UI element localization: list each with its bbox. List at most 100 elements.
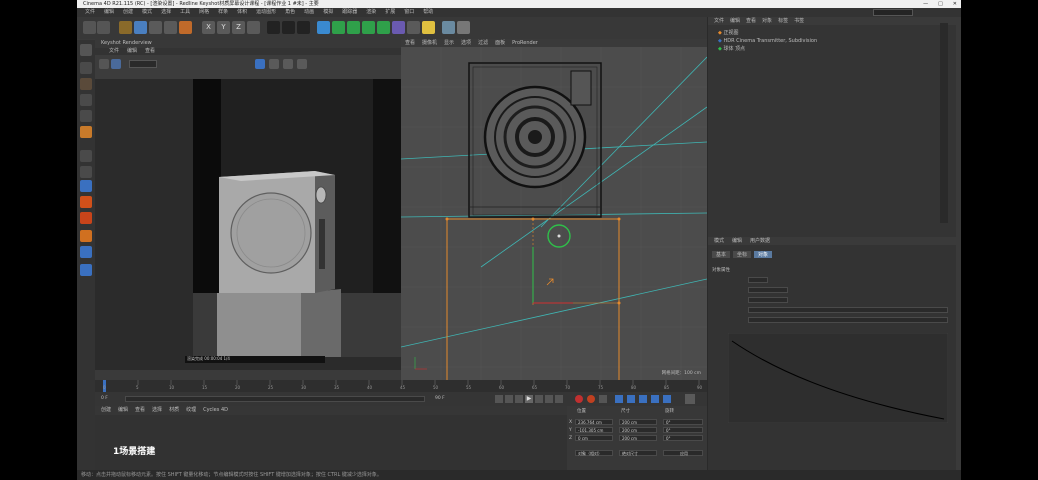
object-menu-item[interactable]: 对象 [762,17,772,25]
keyframe-selection-icon[interactable] [599,395,607,403]
material-menu-item[interactable]: 选择 [152,406,162,415]
object-row[interactable]: ◆ 球体 顶点 [708,45,956,53]
polygons-mode-icon[interactable] [80,126,92,138]
cube-icon[interactable] [317,21,330,34]
position-x-field[interactable]: 236.764 cm [575,419,613,425]
z-axis-icon[interactable]: Z [232,21,245,34]
undo-icon[interactable] [83,21,96,34]
menu-item[interactable]: 模拟 [323,8,333,17]
viewport-menu-item[interactable]: ProRender [512,39,538,47]
material-menu-item[interactable]: Cycles 4D [203,406,228,415]
cloner-icon[interactable] [362,21,375,34]
snap-icon[interactable] [80,180,92,192]
region-render-icon[interactable] [111,59,121,69]
next-frame-icon[interactable] [535,395,543,403]
menu-item[interactable]: 渲染 [366,8,376,17]
light-icon[interactable] [422,21,435,34]
position-y-field[interactable]: -101.305 cm [575,427,613,433]
attribute-slider[interactable] [748,317,948,323]
pen-icon[interactable] [332,21,345,34]
x-axis-icon[interactable]: X [202,21,215,34]
next-key-icon[interactable] [545,395,553,403]
attribute-tab[interactable]: 基本 [712,251,731,258]
rotate-icon[interactable] [164,21,177,34]
recent-tool-icon[interactable] [179,21,192,34]
material-menu-item[interactable]: 纹理 [186,406,196,415]
go-to-end-icon[interactable] [555,395,563,403]
render-view-menu-item[interactable]: 编辑 [127,48,137,55]
object-menu-item[interactable]: 标签 [778,17,788,25]
move-key-icon[interactable] [615,395,623,403]
menu-item[interactable]: 跟踪器 [342,8,357,17]
menu-item[interactable]: 网格 [199,8,209,17]
attribute-tab[interactable]: 坐标 [733,251,752,258]
redo-icon[interactable] [97,21,110,34]
menu-item[interactable]: 运动图形 [256,8,276,17]
axis-mode-icon[interactable] [80,150,92,162]
paint-icon[interactable] [80,264,92,276]
frame-range-slider[interactable] [125,396,425,402]
subdivision-icon[interactable] [347,21,360,34]
viewport-menu-item[interactable]: 过滤 [478,39,488,47]
close-icon[interactable]: ✕ [953,0,957,8]
play-icon[interactable]: ▶ [525,395,533,403]
previous-key-icon[interactable] [505,395,513,403]
attribute-tab-active[interactable]: 对象 [754,251,773,258]
render-view-menu-item[interactable]: 查看 [145,48,155,55]
menu-item[interactable]: 帮助 [423,8,433,17]
object-menu-item[interactable]: 书签 [794,17,804,25]
attribute-menu-item[interactable]: 模式 [714,237,724,245]
record-icon[interactable] [575,395,583,403]
solo-icon[interactable] [80,230,92,242]
attribute-slider[interactable] [748,307,948,313]
play-render-icon[interactable] [99,59,109,69]
grid-icon[interactable] [442,21,455,34]
menu-item[interactable]: 窗口 [404,8,414,17]
python-icon[interactable] [457,21,470,34]
edges-mode-icon[interactable] [80,110,92,122]
menu-item[interactable]: 编辑 [104,8,114,17]
timeline-settings-icon[interactable] [685,394,695,404]
attribute-menu-item[interactable]: 编辑 [732,237,742,245]
object-menu-item[interactable]: 编辑 [730,17,740,25]
object-menu-item[interactable]: 查看 [746,17,756,25]
object-manager-scrollbar[interactable] [940,23,948,223]
workplane-icon[interactable] [80,196,92,208]
texture-mode-icon[interactable] [80,78,92,90]
size-z-field[interactable]: 200 cm [619,435,657,441]
rotation-b-field[interactable]: 0° [663,435,703,441]
viewport-menu-item[interactable]: 选项 [461,39,471,47]
rotation-p-field[interactable]: 0° [663,427,703,433]
size-x-field[interactable]: 200 cm [619,419,657,425]
go-to-start-icon[interactable] [495,395,503,403]
viewport-menu-item[interactable]: 查看 [405,39,415,47]
scale-key-icon[interactable] [627,395,635,403]
compare-icon[interactable] [269,59,279,69]
y-axis-icon[interactable]: Y [217,21,230,34]
maximize-icon[interactable]: □ [938,0,943,8]
object-row[interactable]: ◆ 正视图 [708,29,956,37]
settings-icon[interactable] [297,59,307,69]
apply-button[interactable]: 应用 [663,450,703,456]
size-y-field[interactable]: 200 cm [619,427,657,433]
menu-item[interactable]: 动画 [304,8,314,17]
attribute-menu-item[interactable]: 用户数据 [750,237,770,245]
param-key-icon[interactable] [651,395,659,403]
material-menu-item[interactable]: 材质 [169,406,179,415]
material-menu-item[interactable]: 查看 [135,406,145,415]
attribute-field[interactable] [748,277,768,283]
menu-item[interactable]: 选择 [161,8,171,17]
points-mode-icon[interactable] [80,94,92,106]
render-view-menu-item[interactable]: 文件 [109,48,119,55]
object-row[interactable]: ◆ HDR Cinema Transmitter, Subdivision [708,37,956,45]
layout-dropdown[interactable] [873,9,913,16]
viewport-menu-item[interactable]: 显示 [444,39,454,47]
tweak-mode-icon[interactable] [80,166,92,178]
menu-item[interactable]: 角色 [285,8,295,17]
menu-item[interactable]: 模式 [142,8,152,17]
deformer-icon[interactable] [377,21,390,34]
camera-icon[interactable] [407,21,420,34]
pla-key-icon[interactable] [663,395,671,403]
menu-item[interactable]: 体积 [237,8,247,17]
attribute-field[interactable] [748,287,788,293]
